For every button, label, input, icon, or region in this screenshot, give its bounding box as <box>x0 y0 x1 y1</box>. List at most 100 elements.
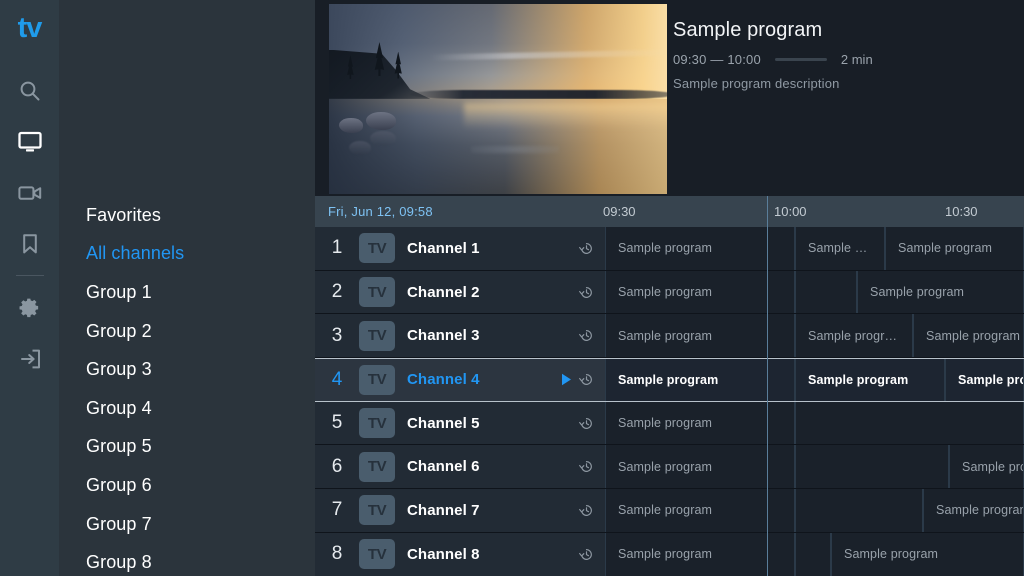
channel-cell[interactable]: 4TVChannel 4 <box>315 359 605 401</box>
table-row[interactable]: 3TVChannel 3Sample programSample progr…S… <box>315 314 1024 358</box>
history-icon[interactable] <box>579 328 594 343</box>
program-preview-image <box>329 4 667 194</box>
table-row[interactable]: 4TVChannel 4Sample programSample program… <box>315 358 1024 402</box>
channel-number: 8 <box>315 543 359 565</box>
channel-cell[interactable]: 3TVChannel 3 <box>315 314 605 357</box>
program-cell-label: Sample program <box>858 285 964 299</box>
program-lane: Sample program Sample program <box>605 533 1024 576</box>
channel-name: Channel 7 <box>407 502 579 519</box>
program-info-text: Sample program 09:30 — 10:00 2 min Sampl… <box>673 18 1013 91</box>
channel-number: 5 <box>315 412 359 434</box>
program-cell[interactable]: Sample program <box>605 314 795 357</box>
sidebar-item-group-4[interactable]: Group 4 <box>59 389 315 428</box>
channel-number: 4 <box>315 369 359 391</box>
program-cell[interactable]: Sample program <box>945 359 1024 401</box>
timeline-mark: 10:30 <box>945 196 978 227</box>
channel-number: 3 <box>315 325 359 347</box>
exit-icon[interactable] <box>0 333 59 384</box>
sidebar-item-group-6[interactable]: Group 6 <box>59 466 315 505</box>
preview-horizon <box>410 90 667 99</box>
recordings-icon[interactable] <box>0 167 59 218</box>
program-cell[interactable]: Sample program <box>605 271 795 314</box>
program-cell[interactable] <box>795 445 949 488</box>
table-row[interactable]: 2TVChannel 2Sample programSample program <box>315 271 1024 315</box>
program-cell[interactable]: Sample … <box>795 227 885 270</box>
channel-logo: TV <box>359 365 395 395</box>
program-cell-label: Sample progr… <box>796 329 897 343</box>
history-icon[interactable] <box>579 372 594 387</box>
program-cell[interactable]: Sample program <box>885 227 1024 270</box>
channel-cell[interactable]: 2TVChannel 2 <box>315 271 605 314</box>
program-cell[interactable]: Sample program <box>949 445 1024 488</box>
table-row[interactable]: 8TV Channel 8 Sample program Sample program <box>315 533 1024 576</box>
history-icon[interactable] <box>579 503 594 518</box>
channel-cell[interactable]: 8TV Channel 8 <box>315 533 605 576</box>
sidebar-item-group-3[interactable]: Group 3 <box>59 350 315 389</box>
preview-rock <box>339 118 363 133</box>
channel-name: Channel 8 <box>407 546 579 563</box>
group-sidebar: FavoritesAll channelsGroup 1Group 2Group… <box>59 0 315 576</box>
sidebar-item-group-1[interactable]: Group 1 <box>59 273 315 312</box>
tv-icon[interactable] <box>0 116 59 167</box>
program-cell[interactable]: Sample program <box>605 402 795 445</box>
tv-guide-app: tv <box>0 0 1024 576</box>
channel-number: 7 <box>315 499 359 521</box>
sidebar-item-all-channels[interactable]: All channels <box>59 235 315 274</box>
program-cell[interactable]: Sample program <box>605 533 795 576</box>
channel-cell[interactable]: 7TV Channel 7 <box>315 489 605 532</box>
icon-rail: tv <box>0 0 59 576</box>
program-cell[interactable]: Sample program <box>913 314 1024 357</box>
program-cell[interactable] <box>795 489 923 532</box>
gear-icon[interactable] <box>0 282 59 333</box>
preview-rock-reflection <box>349 141 371 155</box>
sidebar-item-group-7[interactable]: Group 7 <box>59 505 315 544</box>
channel-name: Channel 1 <box>407 240 579 257</box>
program-cell[interactable]: Sample program <box>857 271 1024 314</box>
program-cell[interactable]: Sample program <box>605 489 795 532</box>
program-progress-bar <box>775 58 827 61</box>
sidebar-item-group-5[interactable]: Group 5 <box>59 428 315 467</box>
bookmark-icon[interactable] <box>0 218 59 269</box>
channel-grid[interactable]: 1TVChannel 1Sample programSample …Sample… <box>315 227 1024 576</box>
history-icon[interactable] <box>579 241 594 256</box>
program-cell[interactable]: Sample program <box>605 227 795 270</box>
program-cell[interactable] <box>795 402 1024 445</box>
program-cell-label: Sample program <box>950 460 1024 474</box>
program-cell-label: Sample program <box>606 547 712 561</box>
program-cell[interactable]: Sample program <box>605 359 795 401</box>
program-cell-label: Sample program <box>606 503 712 517</box>
timeline-header[interactable]: Fri, Jun 12, 09:58 09:3010:0010:30 <box>315 196 1024 227</box>
program-lane: Sample program <box>605 402 1024 445</box>
program-cell[interactable]: Sample program <box>923 489 1024 532</box>
program-cell[interactable]: Sample program <box>795 359 945 401</box>
table-row[interactable]: 5TVChannel 5Sample program <box>315 402 1024 446</box>
history-icon[interactable] <box>579 285 594 300</box>
program-cell-label: Sample program <box>886 241 992 255</box>
table-row[interactable]: 6TVChannel 6Sample programSample program <box>315 445 1024 489</box>
sidebar-item-favorites[interactable]: Favorites <box>59 196 315 235</box>
sidebar-item-group-2[interactable]: Group 2 <box>59 312 315 351</box>
channel-cell[interactable]: 1TVChannel 1 <box>315 227 605 270</box>
search-icon[interactable] <box>0 65 59 116</box>
play-icon[interactable] <box>561 373 572 386</box>
program-cell[interactable] <box>795 271 857 314</box>
channel-logo: TV <box>359 495 395 525</box>
channel-number: 1 <box>315 237 359 259</box>
program-cell-label: Sample … <box>796 241 867 255</box>
table-row[interactable]: 1TVChannel 1Sample programSample …Sample… <box>315 227 1024 271</box>
channel-cell[interactable]: 6TVChannel 6 <box>315 445 605 488</box>
program-title: Sample program <box>673 18 1013 43</box>
program-cell[interactable]: Sample program <box>605 445 795 488</box>
table-row[interactable]: 7TV Channel 7 Sample program Sample program <box>315 489 1024 533</box>
program-cell[interactable]: Sample program <box>831 533 1024 576</box>
channel-cell[interactable]: 5TVChannel 5 <box>315 402 605 445</box>
channel-logo: TV <box>359 539 395 569</box>
history-icon[interactable] <box>579 416 594 431</box>
history-icon[interactable] <box>579 547 594 562</box>
sidebar-item-group-8[interactable]: Group 8 <box>59 543 315 576</box>
program-cell[interactable] <box>795 533 831 576</box>
program-lane: Sample programSample progr…Sample progra… <box>605 314 1024 357</box>
history-icon[interactable] <box>579 459 594 474</box>
program-cell[interactable]: Sample progr… <box>795 314 913 357</box>
program-cell-label: Sample program <box>924 503 1024 517</box>
